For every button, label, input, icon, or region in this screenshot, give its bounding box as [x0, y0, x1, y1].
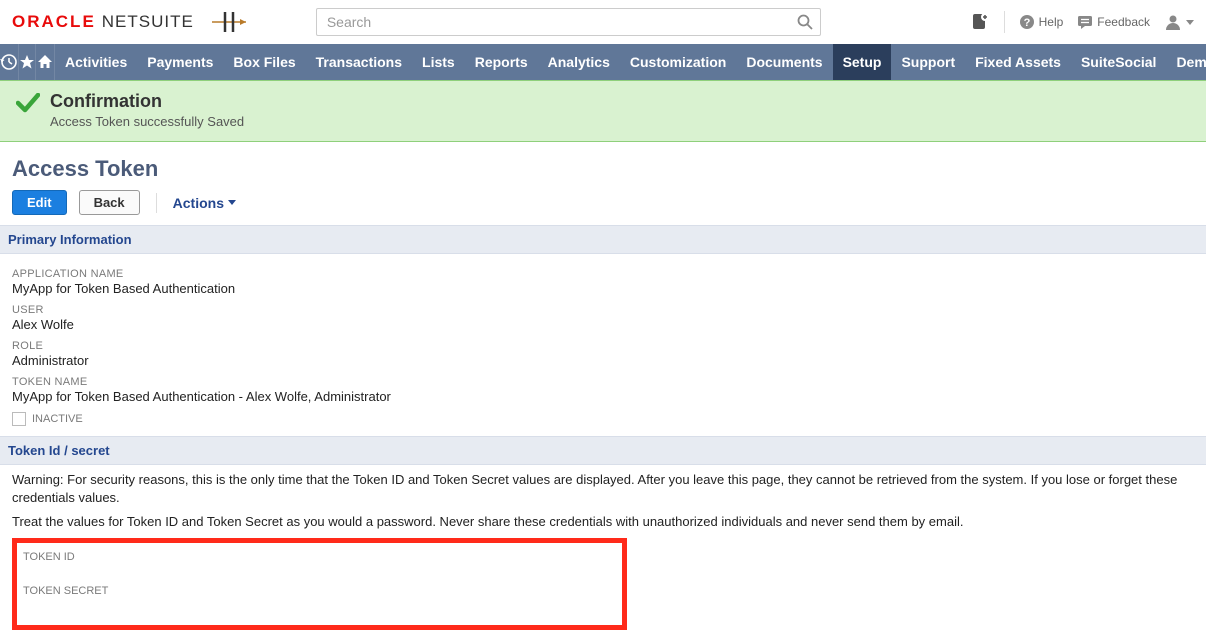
global-search: [316, 8, 821, 36]
company-logo-icon: [212, 11, 246, 33]
inactive-label: INACTIVE: [32, 413, 83, 425]
nav-item-transactions[interactable]: Transactions: [306, 44, 412, 80]
section-token-id-secret: Token Id / secret: [0, 436, 1206, 465]
nav-item-customization[interactable]: Customization: [620, 44, 736, 80]
app-name-value: MyApp for Token Based Authentication: [12, 281, 1194, 296]
nav-item-payments[interactable]: Payments: [137, 44, 223, 80]
feedback-icon: [1077, 14, 1093, 30]
feedback-link[interactable]: Feedback: [1077, 14, 1150, 30]
nav-item-suitesocial[interactable]: SuiteSocial: [1071, 44, 1166, 80]
chevron-down-icon: [1186, 20, 1194, 25]
confirmation-banner: Confirmation Access Token successfully S…: [0, 80, 1206, 142]
search-input[interactable]: [316, 8, 821, 36]
token-name-label: TOKEN NAME: [12, 376, 1194, 388]
divider: [1004, 11, 1005, 33]
netsuite-text: NETSUITE: [102, 12, 194, 32]
page-title: Access Token: [0, 142, 1206, 190]
search-icon[interactable]: [797, 14, 813, 30]
divider: [156, 193, 157, 213]
user-value: Alex Wolfe: [12, 317, 1194, 332]
create-new-icon[interactable]: [972, 13, 990, 31]
section-primary-information: Primary Information: [0, 225, 1206, 254]
edit-button[interactable]: Edit: [12, 190, 67, 215]
nav-item-documents[interactable]: Documents: [736, 44, 832, 80]
help-link[interactable]: ? Help: [1019, 14, 1064, 30]
token-name-value: MyApp for Token Based Authentication - A…: [12, 389, 1194, 404]
svg-text:?: ?: [1023, 17, 1030, 29]
top-bar: ORACLE NETSUITE ? Help Feedback: [0, 0, 1206, 44]
back-button[interactable]: Back: [79, 190, 140, 215]
action-row: Edit Back Actions: [0, 190, 1206, 225]
help-label: Help: [1039, 15, 1064, 29]
app-name-label: APPLICATION NAME: [12, 268, 1194, 280]
nav-item-reports[interactable]: Reports: [465, 44, 538, 80]
confirmation-title: Confirmation: [50, 91, 244, 112]
main-nav: ActivitiesPaymentsBox FilesTransactionsL…: [0, 44, 1206, 80]
primary-info-body: APPLICATION NAME MyApp for Token Based A…: [0, 254, 1206, 436]
role-value: Administrator: [12, 353, 1194, 368]
topbar-right: ? Help Feedback: [972, 11, 1194, 33]
nav-item-activities[interactable]: Activities: [55, 44, 137, 80]
user-icon: [1164, 13, 1182, 31]
shortcuts-icon[interactable]: [19, 44, 36, 80]
warning-line-1: Warning: For security reasons, this is t…: [0, 465, 1206, 507]
inactive-checkbox[interactable]: [12, 412, 26, 426]
inactive-row: INACTIVE: [12, 412, 1194, 426]
confirmation-message: Access Token successfully Saved: [50, 114, 244, 129]
brand-logo: ORACLE NETSUITE: [12, 12, 194, 32]
help-icon: ?: [1019, 14, 1035, 30]
nav-item-box-files[interactable]: Box Files: [223, 44, 305, 80]
token-credentials-box: TOKEN ID TOKEN SECRET: [12, 538, 627, 630]
actions-label: Actions: [173, 195, 224, 211]
nav-item-fixed-assets[interactable]: Fixed Assets: [965, 44, 1071, 80]
nav-item-support[interactable]: Support: [891, 44, 965, 80]
token-secret-label: TOKEN SECRET: [23, 585, 616, 597]
feedback-label: Feedback: [1097, 15, 1150, 29]
recent-records-icon[interactable]: [0, 44, 19, 80]
nav-item-demo-f[interactable]: Demo F: [1166, 44, 1206, 80]
token-id-label: TOKEN ID: [23, 551, 616, 563]
nav-item-analytics[interactable]: Analytics: [538, 44, 620, 80]
user-label: USER: [12, 304, 1194, 316]
check-icon: [16, 93, 40, 113]
user-menu[interactable]: [1164, 13, 1194, 31]
actions-menu[interactable]: Actions: [173, 195, 236, 211]
nav-item-setup[interactable]: Setup: [833, 44, 892, 80]
role-label: ROLE: [12, 340, 1194, 352]
nav-item-lists[interactable]: Lists: [412, 44, 465, 80]
warning-line-2: Treat the values for Token ID and Token …: [0, 507, 1206, 531]
chevron-down-icon: [228, 200, 236, 205]
oracle-text: ORACLE: [12, 12, 96, 32]
home-icon[interactable]: [36, 44, 55, 80]
